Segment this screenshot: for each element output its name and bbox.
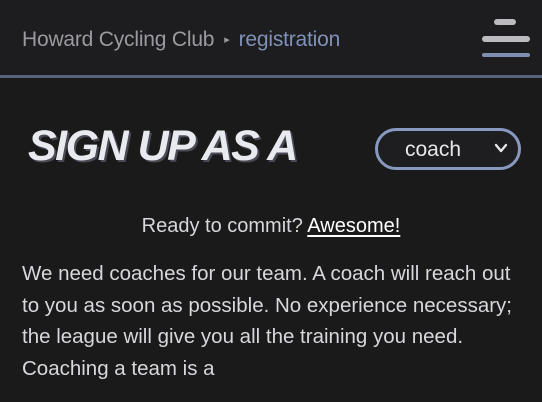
body-paragraph: We need coaches for our team. A coach wi… [22, 262, 512, 380]
menu-bar-bottom [482, 53, 530, 57]
breadcrumb-separator-icon: ▸ [224, 33, 230, 46]
role-select[interactable]: coach [375, 128, 521, 170]
breadcrumb: Howard Cycling Club ▸ registration [22, 27, 340, 53]
lede-text: Ready to commit? Awesome! [0, 215, 542, 238]
registration-main: SIGN UP AS A coach Ready to commit? Awes… [0, 78, 542, 402]
hamburger-menu-icon[interactable] [480, 17, 532, 63]
menu-bar-top [494, 19, 516, 25]
breadcrumb-site-link[interactable]: Howard Cycling Club [22, 28, 214, 52]
page-title: SIGN UP AS A [28, 122, 298, 170]
awesome-link[interactable]: Awesome! [307, 215, 400, 237]
breadcrumb-current-page: registration [238, 28, 341, 51]
role-select-value: coach [405, 138, 462, 161]
chevron-down-icon [494, 143, 508, 153]
lede-prefix: Ready to commit? [141, 215, 308, 237]
menu-bar-middle [482, 36, 530, 42]
site-header: Howard Cycling Club ▸ registration [0, 0, 542, 78]
